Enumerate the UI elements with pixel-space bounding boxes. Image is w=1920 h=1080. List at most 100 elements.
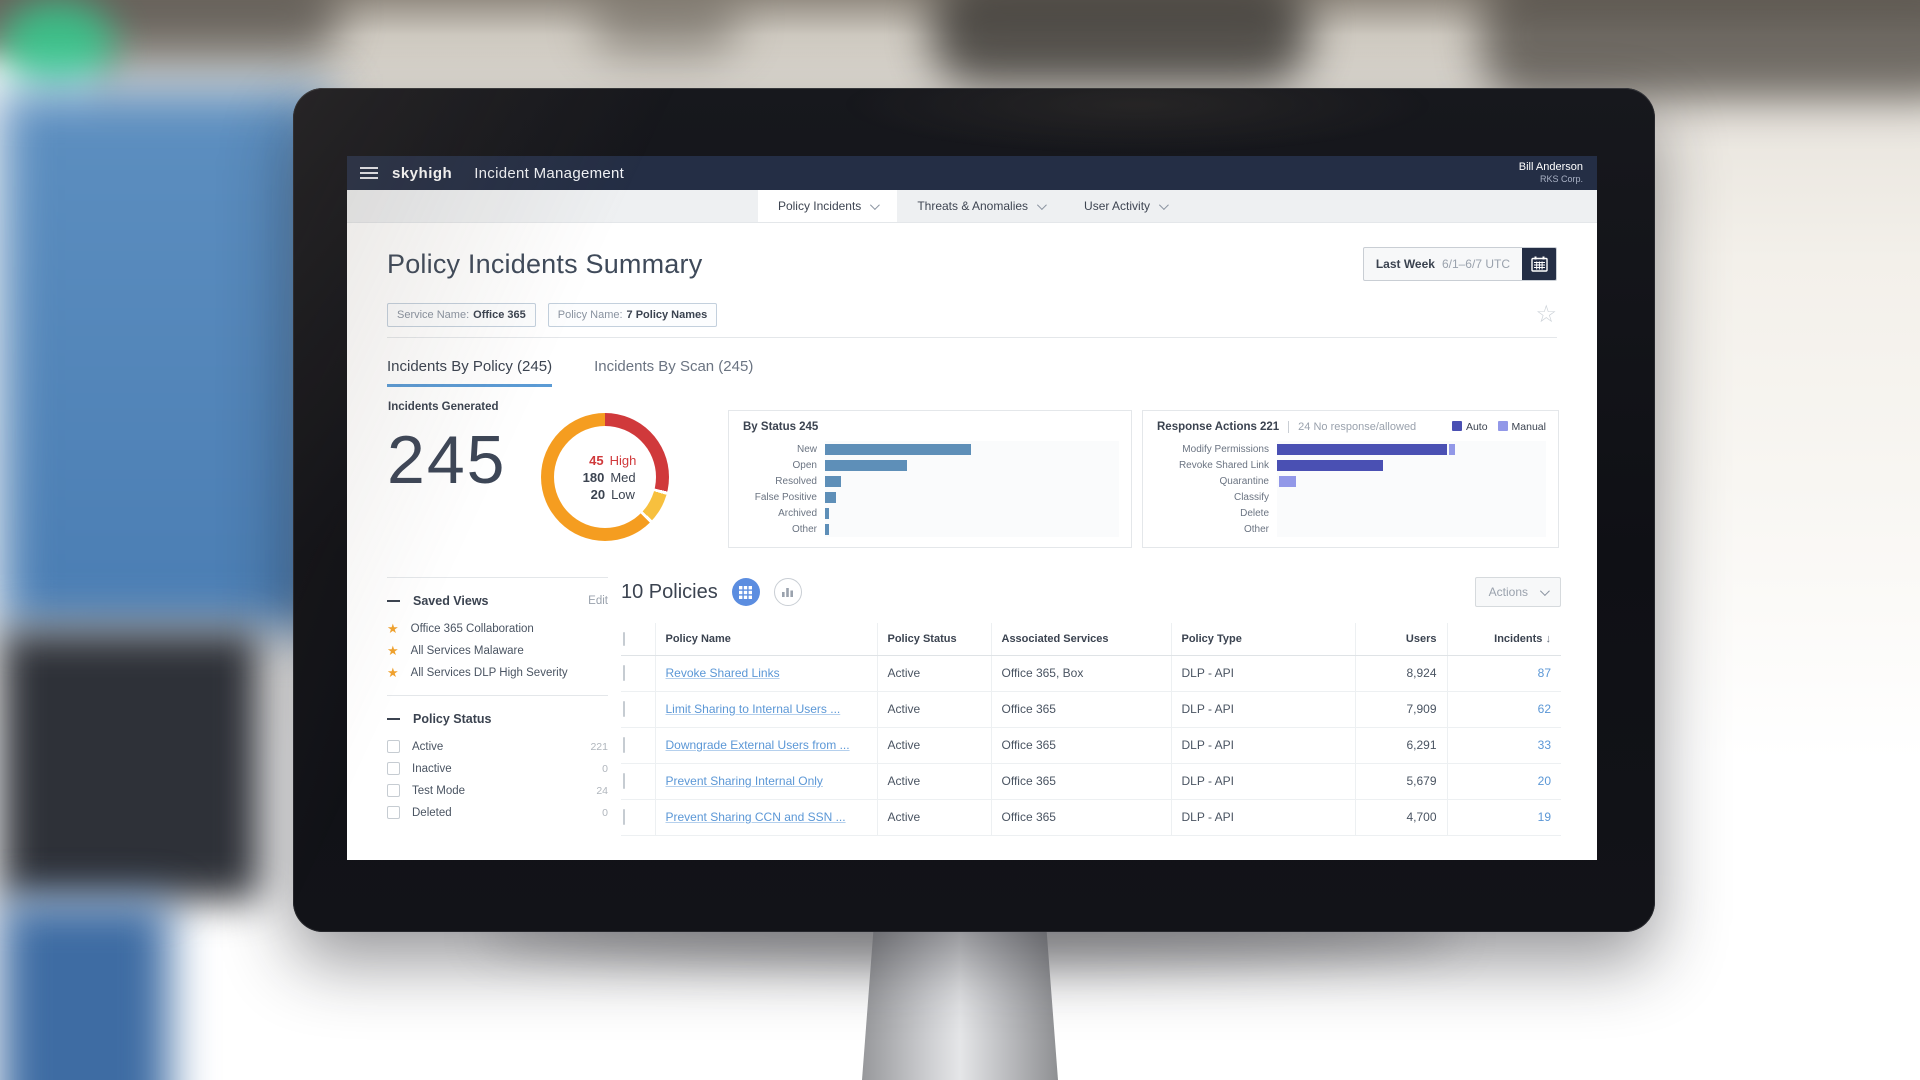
date-range-button[interactable]: Last Week 6/1–6/7 UTC: [1363, 247, 1557, 281]
incidents-link[interactable]: 33: [1538, 738, 1551, 752]
bar-archived: [825, 508, 829, 519]
bar-label: Modify Permissions: [1143, 444, 1277, 455]
col-policy-status[interactable]: Policy Status: [877, 623, 991, 655]
saved-view-label: Office 365 Collaboration: [411, 623, 534, 635]
checkbox[interactable]: [623, 773, 625, 789]
ceiling-blur: [930, 0, 1310, 85]
nav-tab-label: Threats & Anomalies: [917, 199, 1028, 213]
checkbox[interactable]: [387, 762, 400, 775]
chart-view-toggle[interactable]: [774, 578, 802, 606]
hamburger-menu-icon[interactable]: [360, 164, 378, 182]
policy-type-cell: DLP - API: [1171, 691, 1355, 727]
favorite-star-icon[interactable]: ☆: [1535, 303, 1557, 327]
collapse-icon[interactable]: [387, 600, 400, 603]
policy-link[interactable]: Revoke Shared Links: [666, 666, 780, 680]
policy-link[interactable]: Prevent Sharing Internal Only: [666, 774, 823, 788]
policy-status-filter-deleted: Deleted 0: [387, 806, 608, 819]
bar-label: False Positive: [729, 492, 825, 503]
saved-view-label: All Services Malaware: [411, 645, 524, 657]
saved-view-office365-collaboration[interactable]: ★ Office 365 Collaboration: [387, 622, 608, 635]
incidents-link[interactable]: 20: [1538, 774, 1551, 788]
incidents-link[interactable]: 19: [1538, 810, 1551, 824]
section-tabs: Incidents By Policy (245) Incidents By S…: [387, 358, 1557, 387]
checkbox[interactable]: [387, 740, 400, 753]
user-info[interactable]: Bill Anderson RKS Corp.: [1519, 161, 1583, 186]
by-status-title: By Status: [743, 421, 796, 433]
collapse-icon[interactable]: [387, 718, 400, 721]
policy-status-cell: Active: [877, 763, 991, 799]
background-monitor-blur: [0, 630, 260, 900]
policy-status-cell: Active: [877, 691, 991, 727]
policy-link[interactable]: Downgrade External Users from ...: [666, 738, 850, 752]
low-label: Low: [611, 486, 635, 503]
policy-status-cell: Active: [877, 799, 991, 835]
col-associated-services[interactable]: Associated Services: [991, 623, 1171, 655]
incidents-link[interactable]: 87: [1538, 666, 1551, 680]
policy-link[interactable]: Limit Sharing to Internal Users ...: [666, 702, 841, 716]
col-policy-name[interactable]: Policy Name: [655, 623, 877, 655]
select-all-checkbox[interactable]: [623, 632, 625, 646]
policies-heading: 10 Policies: [621, 581, 718, 604]
filter-label: Deleted: [412, 807, 452, 819]
bar-quarantine-manual: [1279, 476, 1296, 487]
filter-chip-policy-name[interactable]: Policy Name: 7 Policy Names: [548, 303, 718, 327]
filter-chip-service-name[interactable]: Service Name: Office 365: [387, 303, 536, 327]
tab-incidents-by-policy[interactable]: Incidents By Policy (245): [387, 358, 552, 387]
chevron-down-icon: [1159, 200, 1169, 210]
user-name: Bill Anderson: [1519, 161, 1583, 175]
table-header-row: Policy Name Policy Status Associated Ser…: [621, 623, 1561, 655]
by-status-chart: New Open Resolved False Positive Archive…: [729, 439, 1131, 537]
col-incidents-label: Incidents: [1494, 633, 1542, 645]
col-users[interactable]: Users: [1355, 623, 1447, 655]
nav-tab-policy-incidents[interactable]: Policy Incidents: [758, 190, 897, 222]
filter-value: Office 365: [473, 309, 526, 321]
checkbox[interactable]: [387, 784, 400, 797]
monitor-bezel: skyhigh Incident Management Bill Anderso…: [293, 88, 1655, 932]
response-actions-title: Response Actions: [1157, 421, 1257, 433]
star-icon: ★: [387, 644, 399, 657]
saved-views-title: Saved Views: [413, 594, 489, 608]
saved-view-all-services-malware[interactable]: ★ All Services Malaware: [387, 644, 608, 657]
app-title: Incident Management: [474, 165, 624, 182]
saved-view-label: All Services DLP High Severity: [411, 667, 568, 679]
policy-link[interactable]: Prevent Sharing CCN and SSN ...: [666, 810, 846, 824]
nav-tab-user-activity[interactable]: User Activity: [1064, 190, 1186, 222]
col-policy-type[interactable]: Policy Type: [1171, 623, 1355, 655]
actions-dropdown[interactable]: Actions: [1475, 577, 1561, 607]
tab-incidents-by-scan[interactable]: Incidents By Scan (245): [594, 358, 753, 387]
checkbox[interactable]: [623, 665, 625, 681]
saved-view-all-services-dlp[interactable]: ★ All Services DLP High Severity: [387, 666, 608, 679]
services-cell: Office 365: [991, 799, 1171, 835]
bar-label: Classify: [1143, 492, 1277, 503]
monitor-stand: [862, 926, 1058, 1080]
nav-tab-threats-anomalies[interactable]: Threats & Anomalies: [897, 190, 1064, 222]
filter-value: 7 Policy Names: [627, 309, 708, 321]
checkbox[interactable]: [387, 806, 400, 819]
bar-label: Delete: [1143, 508, 1277, 519]
by-status-total: 245: [799, 421, 818, 433]
response-actions-panel: Response Actions 221 24 No response/allo…: [1142, 410, 1559, 548]
divider: [387, 577, 608, 578]
edit-saved-views-link[interactable]: Edit: [588, 595, 608, 607]
bar-new: [825, 444, 971, 455]
page-title: Policy Incidents Summary: [387, 249, 702, 280]
col-incidents[interactable]: Incidents ↓: [1447, 623, 1561, 655]
checkbox[interactable]: [623, 737, 625, 753]
incidents-link[interactable]: 62: [1538, 702, 1551, 716]
calendar-icon[interactable]: [1522, 248, 1556, 280]
incidents-total: 245: [387, 421, 506, 499]
actions-label: Actions: [1489, 585, 1528, 599]
sort-desc-icon: ↓: [1546, 633, 1552, 645]
checkbox[interactable]: [623, 701, 625, 717]
table-view-toggle[interactable]: [732, 578, 760, 606]
high-label: High: [610, 452, 637, 469]
no-response-note: 24 No response/allowed: [1288, 421, 1416, 433]
bar-modify-permissions-auto: [1277, 444, 1447, 455]
filter-label: Policy Name:: [558, 309, 623, 321]
checkbox[interactable]: [623, 809, 625, 825]
bar-label: Open: [729, 460, 825, 471]
table-row-partial: Prevent Sharing CCN and SSN ... Active O…: [621, 799, 1561, 835]
bar-label: Other: [729, 524, 825, 535]
filter-count: 221: [590, 741, 608, 753]
chevron-down-icon: [870, 200, 880, 210]
